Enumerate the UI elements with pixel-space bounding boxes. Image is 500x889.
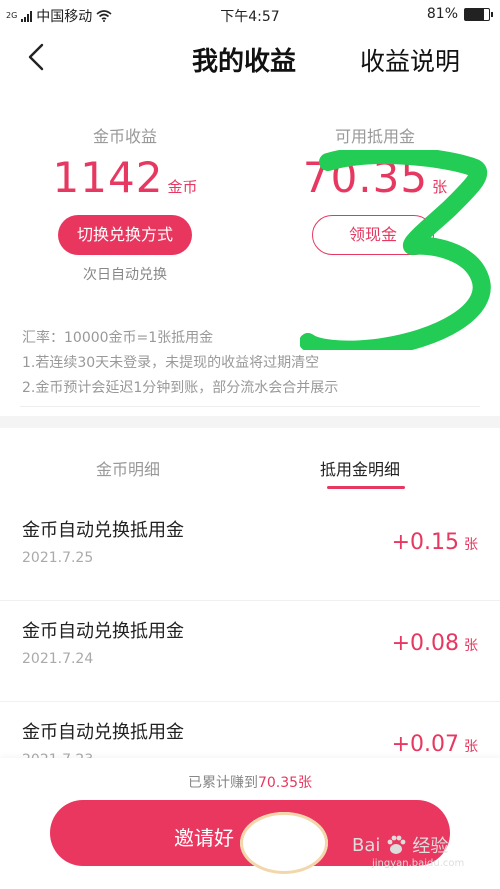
record-amount: +0.07 张: [392, 732, 478, 757]
status-right: 81%: [426, 6, 493, 22]
nav-bar: 我的收益 收益说明: [0, 30, 500, 84]
record-date: 2021.7.24: [22, 651, 94, 667]
detail-tabs: 金币明细 抵用金明细: [0, 428, 500, 500]
record-title: 金币自动兑换抵用金: [22, 621, 184, 642]
coins-label: 金币收益: [92, 127, 157, 146]
record-value: +0.08: [391, 631, 459, 656]
tab-voucher-details[interactable]: 抵用金明细: [320, 456, 400, 480]
redaction-mark: [240, 812, 328, 874]
record-title: 金币自动兑换抵用金: [22, 520, 184, 541]
income-explanation-link[interactable]: 收益说明: [360, 42, 460, 78]
record-value: +0.07: [391, 732, 459, 757]
switch-exchange-button[interactable]: 切换兑换方式: [58, 215, 192, 255]
status-time: 下午4:57: [220, 9, 280, 25]
voucher-value: 70.35: [302, 153, 429, 202]
coins-unit: 金币: [167, 178, 198, 196]
record-unit: 张: [464, 739, 478, 755]
auto-exchange-note: 次日自动兑换: [83, 267, 167, 283]
withdraw-cash-button[interactable]: 领现金: [312, 215, 434, 255]
watermark-url: jingyan.baidu.com: [372, 858, 465, 869]
total-value: 70.35张: [257, 775, 313, 791]
record-title: 金币自动兑换抵用金: [22, 722, 184, 743]
voucher-amount: 70.35 张: [250, 153, 500, 205]
voucher-column: 可用抵用金 70.35 张 领现金: [250, 95, 500, 255]
baidu-watermark: Bai 经验: [352, 832, 448, 858]
active-tab-indicator: [327, 486, 405, 489]
page-title: 我的收益: [192, 47, 297, 77]
voucher-label: 可用抵用金: [334, 127, 415, 146]
record-amount: +0.15 张: [392, 530, 478, 555]
status-bar: 2G 中国移动 下午4:57 81%: [0, 0, 500, 30]
voucher-unit: 张: [432, 178, 448, 196]
section-separator: [0, 416, 500, 428]
paw-icon: [387, 835, 406, 854]
battery-icon: [464, 7, 493, 21]
coins-amount: 1142 金币: [0, 153, 250, 205]
watermark-brand: Bai: [352, 834, 381, 856]
battery-percent: 81%: [426, 6, 458, 22]
section-divider: [20, 406, 480, 407]
record-amount: +0.08 张: [392, 631, 478, 656]
coins-column: 金币收益 1142 金币 切换兑换方式 次日自动兑换: [0, 95, 250, 284]
total-earned: 已累计赚到70.35张: [0, 772, 500, 792]
total-prefix: 已累计赚到: [187, 775, 258, 791]
expiry-note: 1.若连续30天未登录，未提现的收益将过期清空: [22, 355, 320, 371]
record-unit: 张: [464, 638, 478, 654]
record-date: 2021.7.25: [22, 550, 94, 566]
back-icon[interactable]: [20, 40, 54, 74]
battery-fill: [465, 8, 485, 20]
coins-value: 1142: [52, 153, 164, 202]
tab-coin-details[interactable]: 金币明细: [96, 456, 160, 480]
invite-label: 邀请好: [174, 826, 234, 850]
watermark-suffix: 经验: [412, 836, 449, 857]
record-value: +0.15: [391, 530, 459, 555]
exchange-rate-note: 汇率：10000金币=1张抵用金: [22, 330, 214, 346]
record-unit: 张: [464, 537, 478, 553]
rules-notes: 汇率：10000金币=1张抵用金 1.若连续30天未登录，未提现的收益将过期清空…: [22, 326, 338, 401]
list-item[interactable]: 金币自动兑换抵用金 2021.7.24 +0.08 张: [0, 601, 500, 702]
list-item[interactable]: 金币自动兑换抵用金 2021.7.25 +0.15 张: [0, 500, 500, 601]
delay-note: 2.金币预计会延迟1分钟到账，部分流水会合并展示: [22, 380, 339, 396]
